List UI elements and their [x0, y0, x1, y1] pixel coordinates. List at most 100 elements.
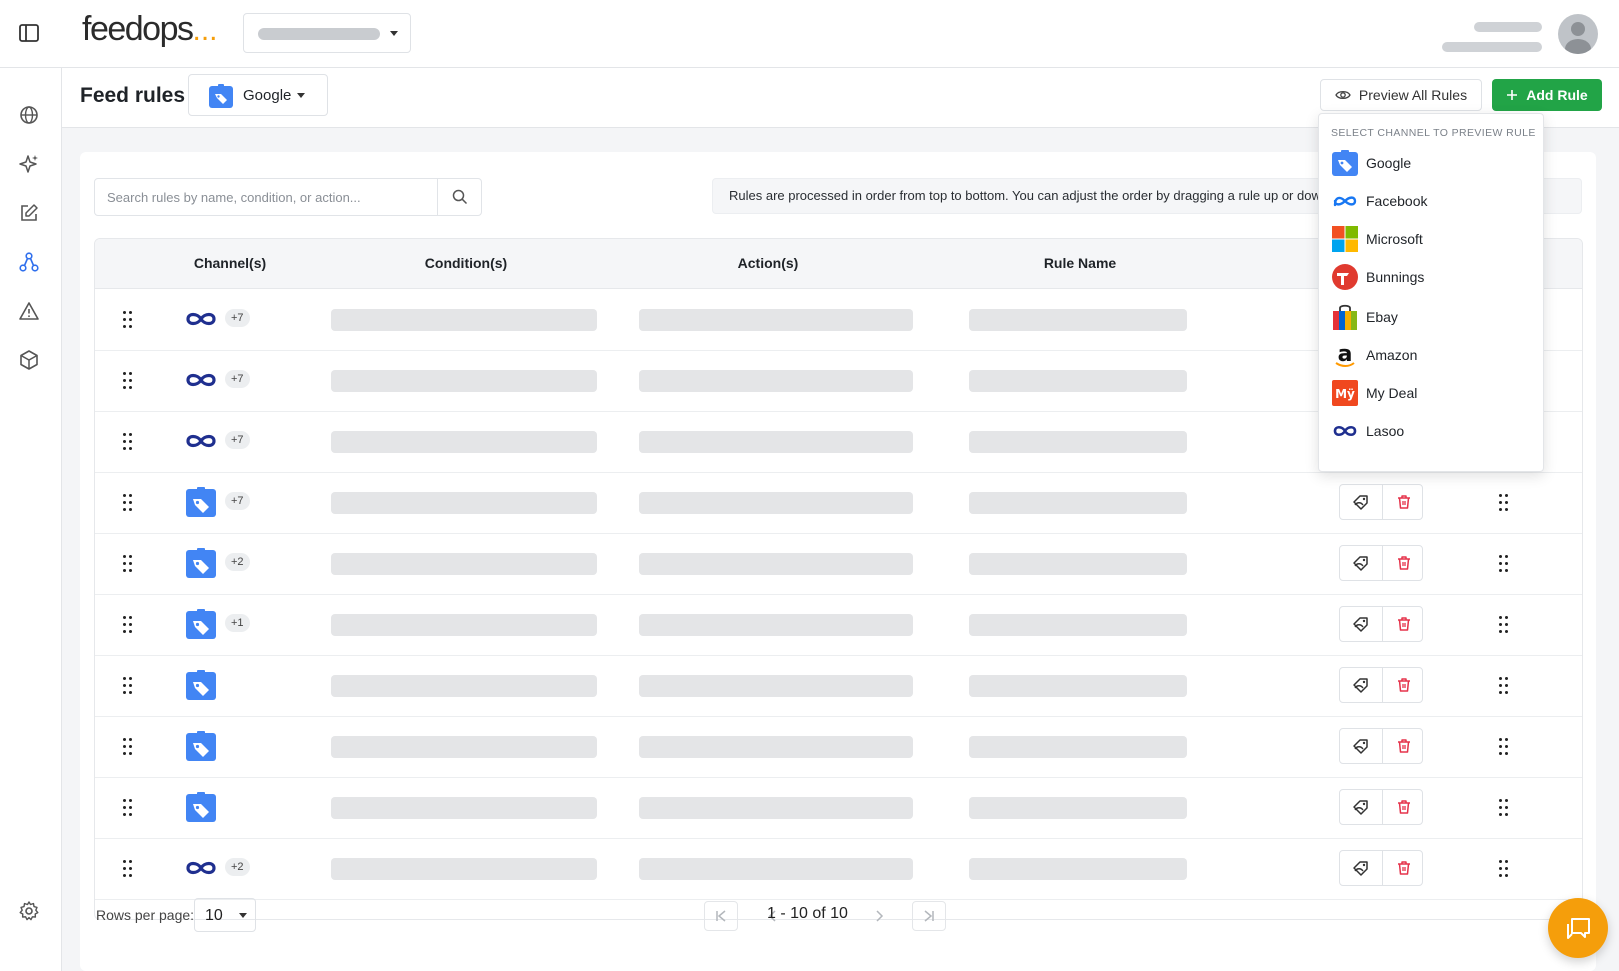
drag-handle-icon[interactable] — [123, 311, 133, 329]
dropdown-item-microsoft[interactable]: Microsoft — [1319, 220, 1543, 258]
preview-rule-button[interactable] — [1340, 668, 1382, 702]
rows-per-page-select[interactable]: 10 — [194, 898, 256, 932]
channel-count-badge: +1 — [225, 614, 250, 632]
dropdown-item-lasoo[interactable]: Lasoo — [1319, 412, 1543, 450]
dropdown-item-google[interactable]: Google — [1319, 144, 1543, 182]
condition-placeholder — [331, 431, 597, 453]
column-header-conditions: Condition(s) — [424, 255, 508, 271]
drag-handle-icon[interactable] — [1499, 738, 1509, 756]
table-row[interactable]: +2 — [95, 533, 1582, 595]
delete-rule-button[interactable] — [1382, 546, 1424, 580]
rows-per-page-label: Rows per page: — [96, 907, 195, 923]
delete-rule-button[interactable] — [1382, 668, 1424, 702]
box-icon[interactable] — [18, 349, 40, 371]
app-logo[interactable]: feedops... — [82, 10, 218, 49]
settings-gear-icon[interactable] — [18, 900, 40, 922]
ebay-icon — [1333, 304, 1357, 330]
drag-handle-icon[interactable] — [123, 494, 133, 512]
preview-rule-button[interactable] — [1340, 790, 1382, 824]
drag-handle-icon[interactable] — [1499, 799, 1509, 817]
condition-placeholder — [331, 797, 597, 819]
rules-network-icon[interactable] — [18, 251, 40, 273]
rule-name-placeholder — [969, 309, 1187, 331]
table-row[interactable] — [95, 716, 1582, 778]
preview-rule-button[interactable] — [1340, 485, 1382, 519]
next-page-button[interactable] — [862, 901, 896, 931]
preview-rule-button[interactable] — [1340, 851, 1382, 885]
dropdown-item-amazon[interactable]: a Amazon — [1319, 336, 1543, 374]
action-placeholder — [639, 675, 913, 697]
action-placeholder — [639, 492, 913, 514]
rule-name-placeholder — [969, 797, 1187, 819]
top-bar: feedops... — [0, 0, 1619, 68]
table-row[interactable]: +7 — [95, 472, 1582, 534]
condition-placeholder — [331, 553, 597, 575]
dropdown-item-facebook[interactable]: Facebook — [1319, 182, 1543, 220]
avatar[interactable] — [1558, 14, 1598, 54]
action-placeholder — [639, 553, 913, 575]
google-shopping-icon — [186, 792, 216, 822]
table-row[interactable] — [95, 655, 1582, 717]
drag-handle-icon[interactable] — [123, 738, 133, 756]
lasoo-icon — [186, 373, 216, 387]
table-row[interactable] — [95, 777, 1582, 839]
chat-button[interactable] — [1548, 898, 1608, 958]
search-button[interactable] — [437, 179, 481, 215]
sidebar-toggle-icon[interactable] — [18, 22, 40, 44]
channel-selector[interactable]: Google — [188, 74, 328, 116]
drag-handle-icon[interactable] — [1499, 860, 1509, 878]
drag-handle-icon[interactable] — [123, 799, 133, 817]
delete-rule-button[interactable] — [1382, 607, 1424, 641]
store-selector[interactable] — [243, 13, 411, 53]
drag-handle-icon[interactable] — [1499, 616, 1509, 634]
google-shopping-icon — [186, 609, 216, 639]
table-row[interactable]: +2 — [95, 838, 1582, 900]
drag-handle-icon[interactable] — [1499, 555, 1509, 573]
drag-handle-icon[interactable] — [1499, 494, 1509, 512]
chevron-right-icon — [876, 910, 884, 922]
edit-icon[interactable] — [18, 202, 40, 224]
drag-handle-icon[interactable] — [123, 555, 133, 573]
google-shopping-icon — [186, 731, 216, 761]
sparkles-icon[interactable] — [18, 153, 40, 175]
drag-handle-icon[interactable] — [123, 372, 133, 390]
delete-rule-button[interactable] — [1382, 851, 1424, 885]
drag-handle-icon[interactable] — [1499, 677, 1509, 695]
trash-icon — [1397, 495, 1410, 509]
microsoft-icon — [1332, 226, 1358, 252]
drag-handle-icon[interactable] — [123, 433, 133, 451]
dropdown-item-ebay[interactable]: Ebay — [1319, 298, 1543, 336]
warning-icon[interactable] — [18, 300, 40, 322]
table-row[interactable]: +1 — [95, 594, 1582, 656]
last-page-button[interactable] — [912, 901, 946, 931]
dropdown-item-label: Google — [1366, 155, 1412, 171]
preview-channel-dropdown: SELECT CHANNEL TO PREVIEW RULE Google Fa… — [1318, 113, 1544, 472]
drag-handle-icon[interactable] — [123, 860, 133, 878]
action-placeholder — [639, 370, 913, 392]
preview-all-rules-button[interactable]: Preview All Rules — [1320, 79, 1482, 111]
delete-rule-button[interactable] — [1382, 729, 1424, 763]
search-icon — [452, 189, 467, 205]
add-rule-button[interactable]: Add Rule — [1492, 79, 1602, 111]
trash-icon — [1397, 617, 1410, 631]
delete-rule-button[interactable] — [1382, 485, 1424, 519]
action-placeholder — [639, 736, 913, 758]
preview-rule-button[interactable] — [1340, 729, 1382, 763]
trash-icon — [1397, 861, 1410, 875]
drag-handle-icon[interactable] — [123, 616, 133, 634]
dropdown-item-my-deal[interactable]: Mÿ My Deal — [1319, 374, 1543, 412]
column-header-channels: Channel(s) — [193, 255, 267, 271]
dropdown-item-bunnings[interactable]: Bunnings — [1319, 258, 1543, 296]
store-selector-placeholder — [258, 28, 380, 40]
action-placeholder — [639, 431, 913, 453]
dropdown-item-label: Microsoft — [1366, 231, 1423, 247]
drag-handle-icon[interactable] — [123, 677, 133, 695]
search-input[interactable] — [95, 179, 439, 215]
row-actions — [1339, 667, 1423, 703]
globe-icon[interactable] — [18, 104, 40, 126]
preview-rule-button[interactable] — [1340, 546, 1382, 580]
preview-rule-button[interactable] — [1340, 607, 1382, 641]
delete-rule-button[interactable] — [1382, 790, 1424, 824]
first-page-button[interactable] — [704, 901, 738, 931]
tag-preview-icon — [1353, 678, 1368, 693]
